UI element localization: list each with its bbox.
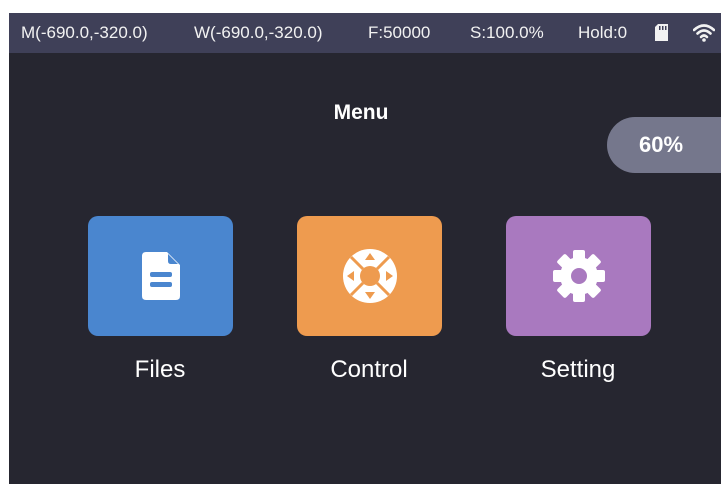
feed-rate: F:50000 bbox=[368, 23, 431, 42]
device-screen: M(-690.0,-320.0) W(-690.0,-320.0) F:5000… bbox=[9, 13, 721, 484]
hold-status: Hold:0 bbox=[578, 23, 628, 42]
status-bar: M(-690.0,-320.0) W(-690.0,-320.0) F:5000… bbox=[9, 13, 721, 53]
gear-icon bbox=[552, 250, 605, 302]
work-position: W(-690.0,-320.0) bbox=[194, 23, 323, 42]
files-button[interactable] bbox=[88, 216, 233, 336]
setting-label: Setting bbox=[540, 356, 616, 383]
file-document-icon bbox=[141, 252, 180, 300]
files-label: Files bbox=[134, 356, 186, 383]
direction-pad-icon bbox=[342, 249, 397, 303]
control-label: Control bbox=[330, 356, 408, 383]
setting-button[interactable] bbox=[506, 216, 651, 336]
spindle-speed: S:100.0% bbox=[470, 23, 544, 42]
page-title: Menu bbox=[333, 101, 389, 124]
wifi-icon bbox=[693, 24, 715, 42]
progress-indicator: 60% bbox=[607, 117, 721, 173]
sd-card-icon bbox=[655, 24, 668, 41]
machine-position: M(-690.0,-320.0) bbox=[21, 23, 148, 42]
control-button[interactable] bbox=[297, 216, 442, 336]
